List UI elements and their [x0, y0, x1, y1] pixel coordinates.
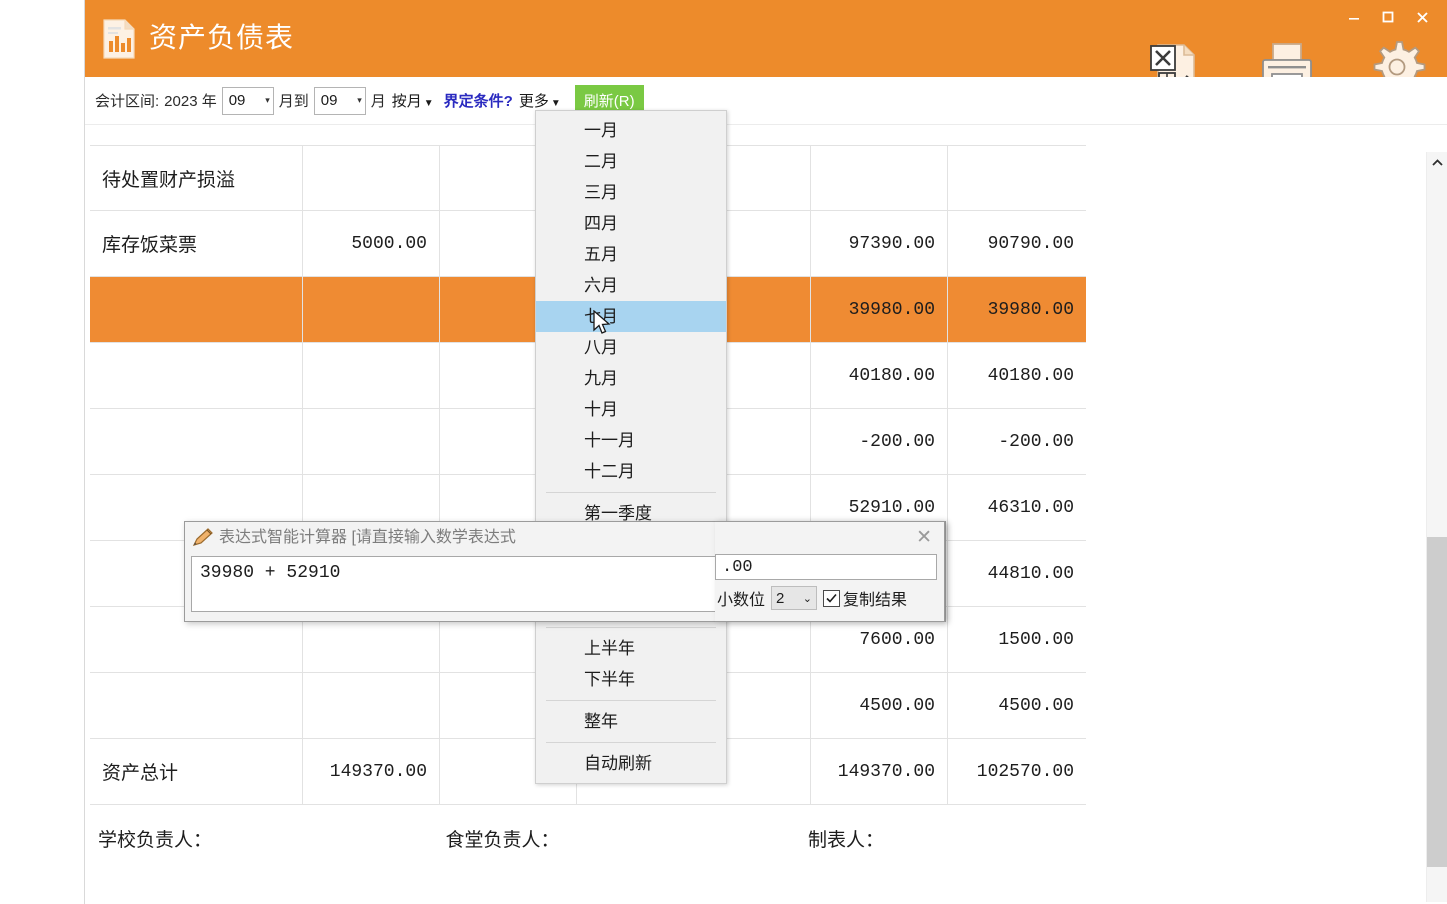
- more-label: 更多: [518, 93, 549, 110]
- row-value-4: -200.00: [998, 431, 1074, 452]
- vertical-scrollbar[interactable]: [1426, 152, 1447, 902]
- menu-item-month[interactable]: 二月: [536, 146, 726, 177]
- calculator-close-icon-2[interactable]: ✕: [916, 526, 932, 549]
- row-value-3: [811, 146, 948, 210]
- signature-row: 学校负责人： 食堂负责人： 制表人：: [90, 825, 1086, 852]
- period-label: 会计区间:: [95, 93, 160, 110]
- from-month-select[interactable]: 09 ▾: [221, 86, 274, 115]
- menu-item-month[interactable]: 十二月: [536, 456, 726, 487]
- more-dropdown[interactable]: 更多 ▼: [519, 90, 561, 111]
- row-name: 资产总计: [90, 739, 303, 804]
- application-window: 资产负债表 会计区间: 2023 年 09 ▾ 月到 09 ▾ 月 按月 ▼ 界…: [85, 0, 1447, 904]
- menu-item-half-year[interactable]: 上半年: [536, 633, 726, 664]
- row-value-4: 39980.00: [987, 299, 1074, 320]
- row-value-4: 46310.00: [987, 497, 1074, 518]
- row-value-4: 102570.00: [976, 761, 1074, 782]
- close-button[interactable]: [1405, 2, 1439, 32]
- year-value: 2023 年: [164, 93, 217, 110]
- window-controls: [1337, 0, 1439, 34]
- calculator-result-field[interactable]: .00: [715, 554, 937, 580]
- group-by-label: 按月: [391, 93, 422, 110]
- row-value-1: 149370.00: [303, 739, 440, 804]
- menu-item-half-year[interactable]: 下半年: [536, 664, 726, 695]
- row-value-3: 40180.00: [811, 343, 948, 408]
- decimals-select[interactable]: 2 ⌄: [771, 586, 818, 610]
- group-by-dropdown[interactable]: 按月 ▼: [392, 90, 434, 111]
- maximize-button[interactable]: [1371, 2, 1405, 32]
- menu-item-month[interactable]: 五月: [536, 239, 726, 270]
- menu-separator: [546, 742, 716, 743]
- menu-item-month[interactable]: 八月: [536, 332, 726, 363]
- row-name: 库存饭菜票: [90, 211, 303, 276]
- row-value-4: [948, 146, 1086, 210]
- menu-item-auto-refresh[interactable]: 自动刷新: [536, 748, 726, 779]
- row-value-3: 149370.00: [811, 739, 948, 804]
- report-sheet: 待处置财产损溢库存饭菜票5000.00资产类97390.0090790.00余3…: [85, 125, 1447, 904]
- row-name: 待处置财产损溢: [90, 146, 303, 210]
- checkbox-checked-icon: [823, 589, 841, 607]
- menu-separator: [546, 492, 716, 493]
- minimize-button[interactable]: [1337, 2, 1371, 32]
- row-value-1: [303, 409, 440, 474]
- row-value-4: 1500.00: [998, 629, 1074, 650]
- row-value-3: 4500.00: [811, 673, 948, 738]
- pencil-calc-icon: [192, 528, 214, 548]
- condition-link[interactable]: 界定条件?: [444, 90, 513, 111]
- chevron-down-icon: ▼: [423, 98, 434, 109]
- menu-item-month[interactable]: 三月: [536, 177, 726, 208]
- month-between-label: 月到: [278, 93, 309, 110]
- menu-separator: [546, 627, 716, 628]
- row-value-3: 39980.00: [811, 277, 948, 342]
- row-name: [90, 343, 303, 408]
- menu-item-month[interactable]: 一月: [536, 115, 726, 146]
- to-month-select[interactable]: 09 ▾: [313, 86, 366, 115]
- row-value-1: [303, 343, 440, 408]
- chevron-down-icon: ▼: [550, 98, 561, 109]
- copy-result-label: 复制结果: [843, 592, 908, 609]
- copy-result-checkbox[interactable]: 复制结果: [823, 586, 907, 610]
- row-name: [90, 277, 303, 342]
- row-value-4: 90790.00: [987, 233, 1074, 254]
- signature-preparer: 制表人：: [807, 830, 884, 851]
- chevron-down-icon: ▾: [357, 95, 362, 105]
- calculator-result-panel: ✕ .00 小数位 2 ⌄ 复制结果: [715, 521, 945, 622]
- menu-item-month[interactable]: 十一月: [536, 425, 726, 456]
- scroll-up-arrow-icon[interactable]: [1427, 152, 1447, 174]
- row-value-3: 97390.00: [811, 211, 948, 276]
- period-dropdown-menu: 一月二月三月四月五月六月七月八月九月十月十一月十二月第一季度第二季度第三季度第四…: [535, 110, 727, 784]
- decimals-label: 小数位: [717, 592, 766, 609]
- row-name: [90, 673, 303, 738]
- row-value-4: 4500.00: [998, 695, 1074, 716]
- menu-item-month[interactable]: 七月: [536, 301, 726, 332]
- screen: 资产负债表 会计区间: 2023 年 09 ▾ 月到 09 ▾ 月 按月 ▼ 界…: [0, 0, 1447, 904]
- from-month-value: 09: [228, 91, 246, 109]
- signature-canteen-head: 食堂负责人：: [445, 830, 560, 851]
- filter-bar: 会计区间: 2023 年 09 ▾ 月到 09 ▾ 月 按月 ▼ 界定条件? 更多…: [85, 77, 1447, 125]
- row-value-4: 44810.00: [987, 563, 1074, 584]
- chevron-down-icon: ⌄: [802, 592, 813, 605]
- to-month-value: 09: [320, 91, 338, 109]
- row-name: [90, 409, 303, 474]
- row-value-1: [303, 673, 440, 738]
- row-value-1: 5000.00: [303, 211, 440, 276]
- menu-item-whole-year[interactable]: 整年: [536, 706, 726, 737]
- menu-item-month[interactable]: 九月: [536, 363, 726, 394]
- menu-item-month[interactable]: 十月: [536, 394, 726, 425]
- row-value-1: [303, 146, 440, 210]
- menu-separator: [546, 700, 716, 701]
- menu-item-month[interactable]: 四月: [536, 208, 726, 239]
- month-suffix-label: 月: [370, 93, 386, 110]
- menu-item-month[interactable]: 六月: [536, 270, 726, 301]
- signature-school-head: 学校负责人：: [98, 830, 213, 851]
- row-value-1: [303, 277, 440, 342]
- decimals-value: 2: [776, 589, 785, 607]
- report-chart-icon: [102, 19, 136, 59]
- chevron-down-icon: ▾: [265, 95, 270, 105]
- row-value-3: -200.00: [811, 409, 948, 474]
- scrollbar-thumb[interactable]: [1427, 537, 1447, 867]
- row-value-4: 40180.00: [987, 365, 1074, 386]
- calculator-options: 小数位 2 ⌄ 复制结果: [717, 586, 907, 610]
- window-title: 资产负债表: [149, 22, 295, 53]
